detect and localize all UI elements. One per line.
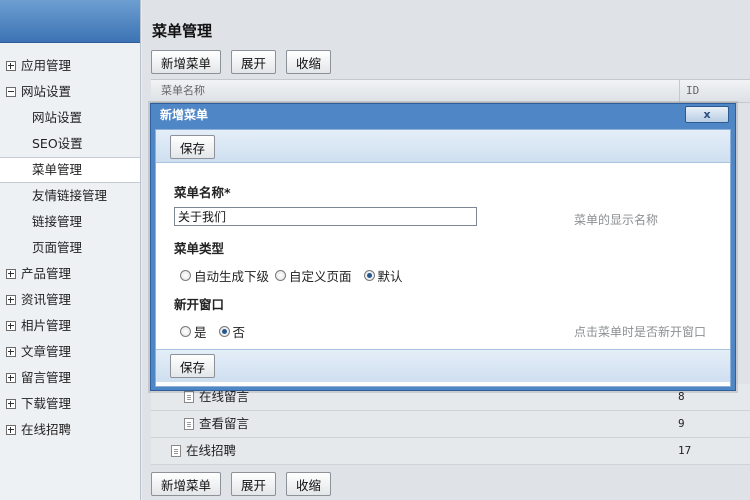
- radio-label: 否: [232, 325, 246, 340]
- dialog-toolbar-bottom: 保存: [156, 349, 730, 382]
- document-icon: [184, 418, 194, 430]
- sidebar-item-label: 产品管理: [21, 266, 72, 281]
- close-button[interactable]: x: [685, 106, 729, 123]
- radio-no[interactable]: 否: [218, 322, 246, 341]
- page-title: 菜单管理: [152, 22, 213, 40]
- plus-box-icon[interactable]: [6, 321, 16, 331]
- plus-box-icon[interactable]: [6, 425, 16, 435]
- radio-circle-icon[interactable]: [180, 326, 191, 337]
- radio-circle-icon[interactable]: [275, 270, 287, 281]
- grid-toolbar-bottom: 新增菜单 展开 收缩: [151, 472, 332, 498]
- row-name: 查看留言: [199, 416, 250, 431]
- sidebar-item-messages[interactable]: 留言管理: [0, 365, 140, 391]
- sidebar: 应用管理 网站设置 网站设置 SEO设置 菜单管理 友情链接管理 链接管理 页面…: [0, 0, 141, 500]
- add-menu-button[interactable]: 新增菜单: [151, 50, 222, 74]
- new-window-radio-group: 是 否: [180, 322, 251, 341]
- sidebar-item-label: SEO设置: [32, 136, 83, 151]
- grid-header: 菜单名称 ID: [151, 79, 750, 103]
- dialog-title-bar[interactable]: 新增菜单 x: [155, 104, 731, 127]
- sidebar-item-label: 链接管理: [32, 214, 83, 229]
- plus-box-icon[interactable]: [6, 347, 16, 357]
- sidebar-item-label: 应用管理: [21, 58, 72, 73]
- row-name: 在线招聘: [186, 443, 237, 458]
- sidebar-item-label: 网站设置: [32, 110, 83, 125]
- sidebar-item-label: 资讯管理: [21, 292, 72, 307]
- sidebar-item-downloads[interactable]: 下载管理: [0, 391, 140, 417]
- collapse-button[interactable]: 收缩: [286, 50, 332, 74]
- menu-name-input[interactable]: [174, 207, 477, 226]
- sidebar-item-app-management[interactable]: 应用管理: [0, 53, 140, 79]
- radio-default[interactable]: 默认: [363, 266, 403, 285]
- add-menu-dialog: 新增菜单 x 保存 菜单名称* 菜单的显示名称 菜单类型 自动生成下级 自定义页…: [150, 103, 736, 391]
- sidebar-item-label: 留言管理: [21, 370, 72, 385]
- sidebar-subitem-link-management[interactable]: 链接管理: [0, 209, 140, 235]
- document-icon: [171, 445, 181, 457]
- sidebar-item-label: 下载管理: [21, 396, 72, 411]
- plus-box-icon[interactable]: [6, 61, 16, 71]
- sidebar-subitem-friend-links[interactable]: 友情链接管理: [0, 183, 140, 209]
- radio-custom-page[interactable]: 自定义页面: [275, 266, 352, 285]
- radio-auto-generate[interactable]: 自动生成下级: [180, 266, 269, 285]
- expand-button[interactable]: 展开: [231, 472, 277, 496]
- dialog-body: 保存 菜单名称* 菜单的显示名称 菜单类型 自动生成下级 自定义页面 默认 新开…: [155, 129, 731, 387]
- new-window-hint: 点击菜单时是否新开窗口: [574, 325, 707, 339]
- menu-name-hint: 菜单的显示名称: [574, 213, 659, 227]
- sidebar-subitem-site-settings[interactable]: 网站设置: [0, 105, 140, 131]
- row-id: 17: [678, 444, 692, 457]
- plus-box-icon[interactable]: [6, 399, 16, 409]
- radio-label: 是: [194, 325, 207, 340]
- grid-toolbar-top: 新增菜单 展开 收缩: [151, 50, 332, 76]
- save-button[interactable]: 保存: [170, 354, 216, 378]
- radio-label: 自动生成下级: [194, 269, 270, 284]
- sidebar-item-photos[interactable]: 相片管理: [0, 313, 140, 339]
- sidebar-item-label: 页面管理: [32, 240, 83, 255]
- sidebar-item-label: 文章管理: [21, 344, 72, 359]
- sidebar-nav: 应用管理 网站设置 网站设置 SEO设置 菜单管理 友情链接管理 链接管理 页面…: [0, 53, 140, 443]
- sidebar-item-products[interactable]: 产品管理: [0, 261, 140, 287]
- menu-type-radio-group: 自动生成下级 自定义页面 默认: [180, 266, 409, 285]
- plus-box-icon[interactable]: [6, 373, 16, 383]
- row-id: 9: [678, 417, 685, 430]
- radio-label: 默认: [377, 269, 403, 284]
- sidebar-item-site-settings[interactable]: 网站设置: [0, 79, 140, 105]
- radio-circle-icon[interactable]: [180, 270, 191, 281]
- add-menu-button[interactable]: 新增菜单: [151, 472, 222, 496]
- sidebar-item-articles[interactable]: 文章管理: [0, 339, 140, 365]
- table-row[interactable]: 在线招聘 17: [151, 438, 750, 465]
- sidebar-item-label: 菜单管理: [32, 162, 83, 177]
- menu-name-label: 菜单名称*: [174, 185, 231, 200]
- sidebar-subitem-page-management[interactable]: 页面管理: [0, 235, 140, 261]
- collapse-button[interactable]: 收缩: [286, 472, 332, 496]
- new-window-label: 新开窗口: [174, 297, 225, 312]
- dialog-toolbar-top: 保存: [156, 130, 730, 163]
- sidebar-header-bar: [0, 0, 140, 43]
- sidebar-item-label: 网站设置: [21, 84, 72, 99]
- dialog-title: 新增菜单: [160, 108, 209, 122]
- radio-yes[interactable]: 是: [180, 322, 207, 341]
- radio-label: 自定义页面: [289, 269, 352, 284]
- radio-selected-icon[interactable]: [218, 326, 230, 337]
- plus-box-icon[interactable]: [6, 295, 16, 305]
- radio-selected-icon[interactable]: [363, 270, 375, 281]
- plus-box-icon[interactable]: [6, 269, 16, 279]
- sidebar-item-label: 在线招聘: [21, 422, 72, 437]
- sidebar-item-label: 友情链接管理: [32, 188, 108, 203]
- sidebar-item-label: 相片管理: [21, 318, 72, 333]
- sidebar-item-recruitment[interactable]: 在线招聘: [0, 417, 140, 443]
- save-button[interactable]: 保存: [170, 135, 216, 159]
- sidebar-subitem-seo-settings[interactable]: SEO设置: [0, 131, 140, 157]
- column-header-id[interactable]: ID: [679, 80, 699, 102]
- menu-type-label: 菜单类型: [174, 241, 225, 256]
- sidebar-item-news[interactable]: 资讯管理: [0, 287, 140, 313]
- minus-box-icon[interactable]: [6, 87, 16, 97]
- column-header-name[interactable]: 菜单名称: [161, 80, 205, 102]
- expand-button[interactable]: 展开: [231, 50, 277, 74]
- table-row[interactable]: 查看留言 9: [151, 411, 750, 438]
- sidebar-subitem-menu-management[interactable]: 菜单管理: [0, 157, 140, 183]
